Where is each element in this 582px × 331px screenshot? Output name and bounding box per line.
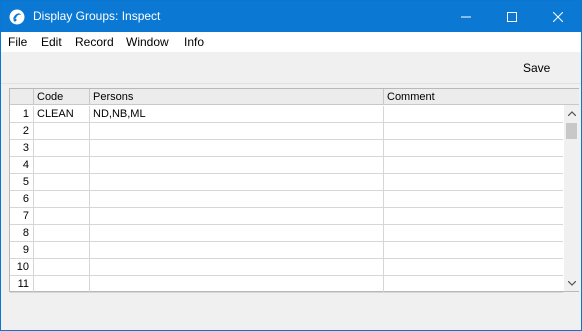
comment-cell[interactable] (384, 276, 563, 293)
chevron-down-icon (567, 280, 576, 286)
code-cell[interactable] (34, 191, 90, 208)
comment-cell[interactable] (384, 242, 563, 259)
table-row[interactable]: 6 (10, 191, 563, 208)
menu-window[interactable]: Window (126, 35, 169, 49)
persons-cell[interactable]: ND,NB,ML (90, 106, 384, 123)
row-number: 2 (10, 123, 34, 140)
comment-cell[interactable] (384, 208, 563, 225)
comment-cell[interactable] (384, 191, 563, 208)
code-cell[interactable] (34, 259, 90, 276)
row-number: 4 (10, 157, 34, 174)
close-icon (553, 11, 563, 22)
comment-cell[interactable] (384, 140, 563, 157)
maximize-button[interactable] (489, 1, 535, 32)
column-header-comment[interactable]: Comment (384, 89, 579, 105)
minimize-button[interactable] (443, 1, 489, 32)
table-row[interactable]: 5 (10, 174, 563, 191)
comment-cell[interactable] (384, 259, 563, 276)
menu-record[interactable]: Record (75, 35, 114, 49)
comment-cell[interactable] (384, 157, 563, 174)
table-row[interactable]: 9 (10, 242, 563, 259)
code-cell[interactable] (34, 242, 90, 259)
code-cell[interactable] (34, 208, 90, 225)
persons-cell[interactable] (90, 140, 384, 157)
scroll-up-arrow[interactable] (564, 105, 579, 121)
row-number: 8 (10, 225, 34, 242)
row-number: 6 (10, 191, 34, 208)
app-logo-icon (9, 9, 25, 25)
comment-cell[interactable] (384, 174, 563, 191)
table-row[interactable]: 7 (10, 208, 563, 225)
vertical-scrollbar[interactable] (564, 105, 579, 291)
menu-info[interactable]: Info (184, 35, 204, 49)
column-header-code[interactable]: Code (34, 89, 90, 105)
groups-matrix: Code Persons Comment 1 CLEAN ND,NB,ML 2 3 4 5 6… (9, 88, 579, 293)
column-header-persons[interactable]: Persons (90, 89, 384, 105)
persons-cell[interactable] (90, 123, 384, 140)
code-cell[interactable] (34, 123, 90, 140)
title-bar[interactable]: Display Groups: Inspect (1, 1, 581, 32)
table-row[interactable]: 4 (10, 157, 563, 174)
menu-file[interactable]: File (8, 35, 27, 49)
maximize-icon (507, 11, 517, 22)
code-cell[interactable] (34, 276, 90, 293)
persons-cell[interactable] (90, 225, 384, 242)
table-row[interactable]: 10 (10, 259, 563, 276)
table-row[interactable]: 1 CLEAN ND,NB,ML (10, 106, 563, 123)
persons-cell[interactable] (90, 276, 384, 293)
toolbar: Save (1, 52, 581, 84)
row-number: 10 (10, 259, 34, 276)
persons-cell[interactable] (90, 208, 384, 225)
row-number: 3 (10, 140, 34, 157)
code-cell[interactable]: CLEAN (34, 106, 90, 123)
menu-bar: File Edit Record Window Info (1, 32, 581, 52)
table-row[interactable]: 8 (10, 225, 563, 242)
persons-cell[interactable] (90, 259, 384, 276)
app-window: Display Groups: Inspect File Edit Record… (0, 0, 582, 331)
menu-edit[interactable]: Edit (41, 35, 62, 49)
row-number: 7 (10, 208, 34, 225)
code-cell[interactable] (34, 225, 90, 242)
save-button[interactable]: Save (523, 61, 550, 75)
code-cell[interactable] (34, 174, 90, 191)
code-cell[interactable] (34, 140, 90, 157)
chevron-up-icon (567, 110, 576, 116)
scroll-thumb[interactable] (566, 123, 577, 139)
table-row[interactable]: 2 (10, 123, 563, 140)
comment-cell[interactable] (384, 225, 563, 242)
comment-cell[interactable] (384, 123, 563, 140)
row-number-header (10, 89, 34, 105)
persons-cell[interactable] (90, 174, 384, 191)
row-number: 9 (10, 242, 34, 259)
code-cell[interactable] (34, 157, 90, 174)
row-number: 1 (10, 106, 34, 123)
persons-cell[interactable] (90, 191, 384, 208)
persons-cell[interactable] (90, 157, 384, 174)
close-button[interactable] (535, 1, 581, 32)
scroll-down-arrow[interactable] (564, 275, 579, 291)
window-title: Display Groups: Inspect (33, 9, 161, 23)
comment-cell[interactable] (384, 106, 563, 123)
minimize-icon (461, 16, 471, 17)
row-number: 5 (10, 174, 34, 191)
table-row[interactable]: 3 (10, 140, 563, 157)
persons-cell[interactable] (90, 242, 384, 259)
row-number: 11 (10, 276, 34, 293)
table-row[interactable]: 11 (10, 276, 563, 293)
